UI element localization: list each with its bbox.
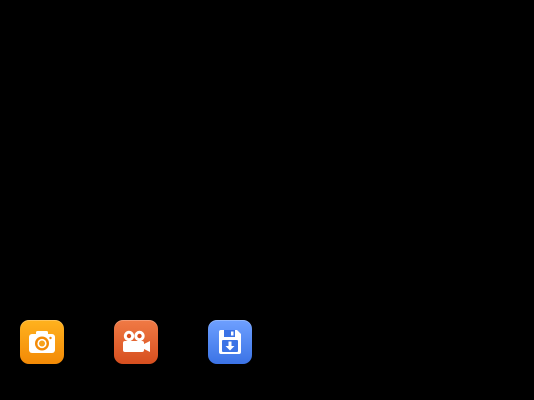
camera-button[interactable] (20, 320, 64, 364)
save-button[interactable] (208, 320, 252, 364)
camera-icon (27, 329, 57, 355)
capture-toolbar (0, 0, 534, 400)
video-button[interactable] (114, 320, 158, 364)
video-camera-icon (120, 329, 152, 355)
save-download-icon (216, 328, 244, 356)
camera-viewport (0, 0, 534, 400)
